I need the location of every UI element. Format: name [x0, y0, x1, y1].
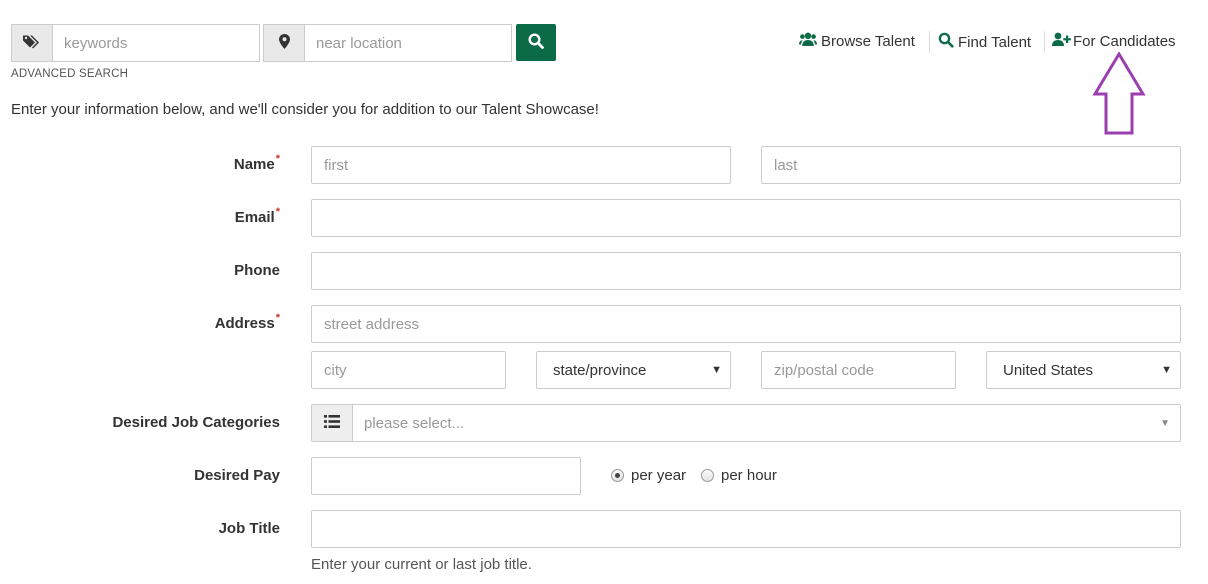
nav-browse-talent[interactable]: Browse Talent: [799, 32, 915, 51]
desired-pay-input[interactable]: [311, 457, 581, 495]
nav-for-candidates[interactable]: For Candidates: [1052, 32, 1176, 51]
pay-label: Desired Pay: [10, 467, 280, 484]
country-select[interactable]: United States ▼: [986, 351, 1181, 389]
phone-label-text: Phone: [234, 262, 280, 279]
per-year-label: per year: [631, 467, 687, 484]
tags-addon: [11, 24, 53, 62]
list-icon: [324, 414, 340, 432]
state-select-value: state/province: [553, 361, 647, 379]
nav-divider: [1044, 31, 1045, 53]
up-arrow-annotation: [1092, 52, 1146, 135]
city-input[interactable]: [311, 351, 506, 389]
phone-label: Phone: [10, 262, 280, 279]
pay-label-text: Desired Pay: [194, 467, 280, 484]
address-label: Address*: [10, 312, 280, 332]
required-marker: *: [275, 312, 280, 324]
search-button[interactable]: [516, 24, 556, 61]
search-icon: [938, 32, 958, 52]
last-name-input[interactable]: [761, 146, 1181, 184]
email-label: Email*: [10, 206, 280, 226]
job-title-help: Enter your current or last job title.: [311, 556, 532, 573]
advanced-search-link[interactable]: ADVANCED SEARCH: [11, 68, 128, 80]
users-icon: [799, 32, 821, 51]
country-select-value: United States: [1003, 361, 1094, 379]
job-title-input[interactable]: [311, 510, 1181, 548]
user-plus-icon: [1052, 32, 1075, 51]
per-hour-radio[interactable]: per hour: [701, 467, 777, 484]
required-marker: *: [275, 206, 280, 218]
categories-label: Desired Job Categories: [10, 414, 280, 431]
map-marker-icon: [278, 33, 290, 53]
categories-select[interactable]: please select... ▼: [311, 404, 1181, 442]
job-title-label: Job Title: [10, 520, 280, 537]
list-addon: [312, 405, 353, 441]
first-name-input[interactable]: [311, 146, 731, 184]
tags-icon: [23, 34, 41, 53]
per-year-radio[interactable]: per year: [611, 467, 686, 484]
categories-placeholder: please select...: [364, 414, 465, 432]
state-select[interactable]: state/province ▼: [536, 351, 731, 389]
job-title-label-text: Job Title: [218, 520, 280, 537]
nav-for-candidates-label: For Candidates: [1073, 33, 1176, 50]
location-input[interactable]: [304, 24, 512, 62]
caret-down-icon: ▼: [711, 364, 722, 376]
email-input[interactable]: [311, 199, 1181, 237]
nav-find-talent[interactable]: Find Talent: [938, 32, 1031, 52]
required-marker: *: [275, 153, 280, 165]
location-addon: [263, 24, 305, 62]
intro-text: Enter your information below, and we'll …: [11, 101, 599, 118]
search-icon: [528, 32, 544, 53]
caret-down-icon: ▼: [1160, 417, 1170, 429]
nav-browse-talent-label: Browse Talent: [821, 33, 915, 50]
caret-down-icon: ▼: [1161, 364, 1172, 376]
email-label-text: Email: [234, 209, 275, 226]
phone-input[interactable]: [311, 252, 1181, 290]
radio-empty-icon: [701, 469, 714, 482]
categories-dropdown[interactable]: please select... ▼: [353, 405, 1180, 441]
radio-selected-icon: [611, 469, 624, 482]
per-hour-label: per hour: [721, 467, 777, 484]
zip-input[interactable]: [761, 351, 956, 389]
nav-divider: [929, 31, 930, 53]
nav-find-talent-label: Find Talent: [958, 33, 1032, 51]
name-label-text: Name: [233, 156, 275, 173]
keywords-input[interactable]: [52, 24, 260, 62]
street-address-input[interactable]: [311, 305, 1181, 343]
name-label: Name*: [10, 153, 280, 173]
address-label-text: Address: [214, 315, 275, 332]
categories-label-text: Desired Job Categories: [112, 414, 280, 431]
